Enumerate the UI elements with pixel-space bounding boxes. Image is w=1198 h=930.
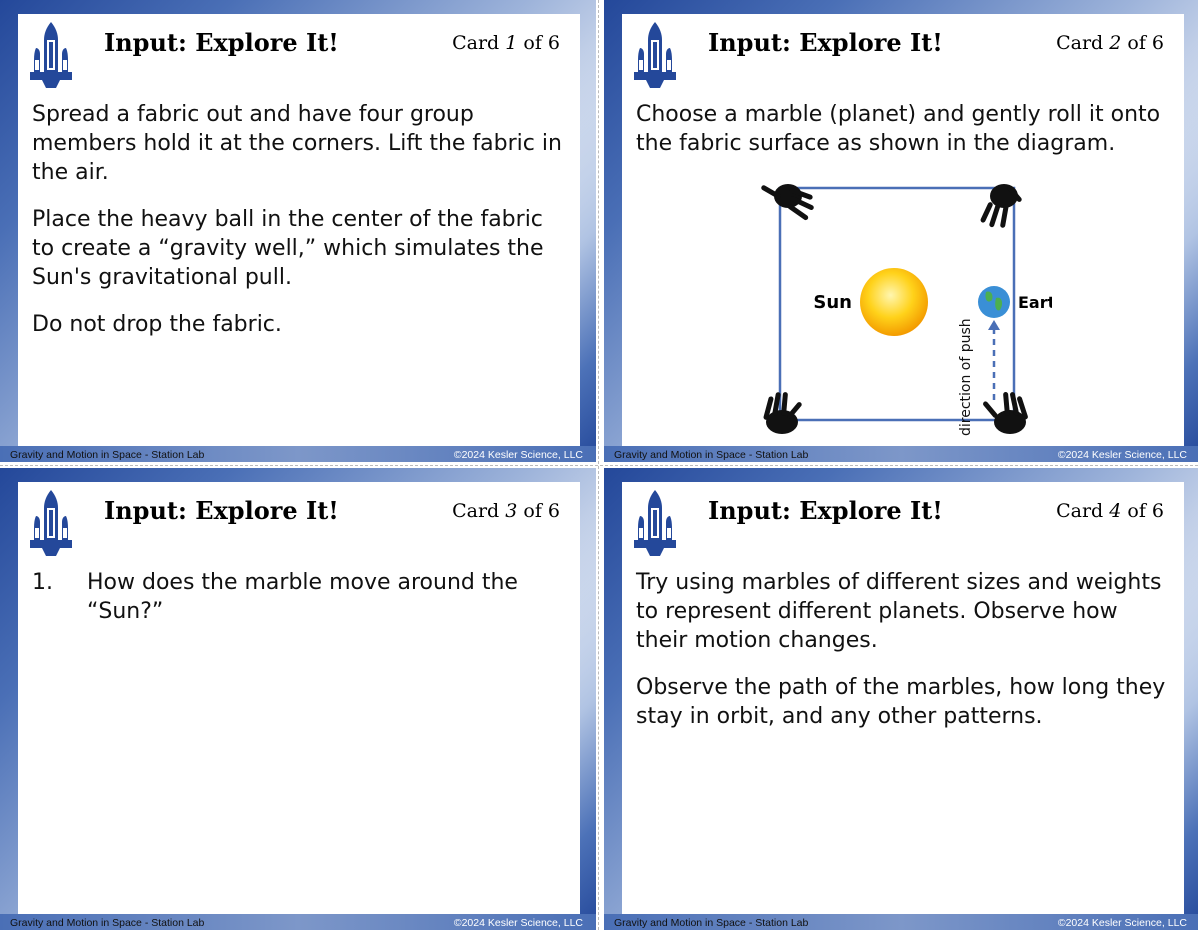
question-item: 1. How does the marble move around the “… xyxy=(32,568,562,626)
card-number: Card 2 of 6 xyxy=(1056,32,1164,54)
instruction-text: Choose a marble (planet) and gently roll… xyxy=(636,102,1161,156)
card-1: Input: Explore It! Card 1 of 6 Spread a … xyxy=(0,0,596,462)
hand-icon xyxy=(980,184,1022,228)
card-2: Input: Explore It! Card 2 of 6 Choose a … xyxy=(604,0,1198,462)
cut-line-horizontal xyxy=(0,465,1198,466)
earth-icon xyxy=(978,286,1010,318)
instruction-text: Place the heavy ball in the center of th… xyxy=(32,207,544,290)
card-panel: Input: Explore It! Card 1 of 6 Spread a … xyxy=(18,14,580,446)
card-number: Card 3 of 6 xyxy=(452,500,560,522)
push-label: direction of push xyxy=(958,318,974,436)
card-title: Input: Explore It! xyxy=(104,496,339,525)
instruction-text: Observe the path of the marbles, how lon… xyxy=(636,675,1166,729)
card-body: 1. How does the marble move around the “… xyxy=(32,568,562,626)
space-shuttle-icon xyxy=(634,490,676,556)
card-4: Input: Explore It! Card 4 of 6 Try using… xyxy=(604,468,1198,930)
footer-lab-name: Gravity and Motion in Space - Station La… xyxy=(10,449,205,461)
earth-label: Earth xyxy=(1018,293,1052,312)
card-body: Try using marbles of different sizes and… xyxy=(636,568,1166,749)
footer-copyright: ©2024 Kesler Science, LLC xyxy=(1057,917,1187,929)
arrow-head xyxy=(988,320,1000,330)
sun-label: Sun xyxy=(813,292,852,313)
card-title: Input: Explore It! xyxy=(708,28,943,57)
fabric-diagram: Sun Earth direction of push xyxy=(761,184,1052,436)
hand-icon xyxy=(761,184,814,221)
instruction-text: Spread a fabric out and have four group … xyxy=(32,102,562,185)
card-body: Choose a marble (planet) and gently roll… xyxy=(636,100,1166,176)
card-panel: Input: Explore It! Card 3 of 6 1. How do… xyxy=(18,482,580,914)
footer-lab-name: Gravity and Motion in Space - Station La… xyxy=(10,917,205,929)
space-shuttle-icon xyxy=(30,490,72,556)
hand-icon xyxy=(763,392,802,434)
card-body: Spread a fabric out and have four group … xyxy=(32,100,562,357)
instruction-text: Do not drop the fabric. xyxy=(32,312,282,337)
card-title: Input: Explore It! xyxy=(104,28,339,57)
space-shuttle-icon xyxy=(634,22,676,88)
footer-copyright: ©2024 Kesler Science, LLC xyxy=(1057,449,1187,461)
footer-copyright: ©2024 Kesler Science, LLC xyxy=(453,917,583,929)
card-panel: Input: Explore It! Card 4 of 6 Try using… xyxy=(622,482,1184,914)
question-text: How does the marble move around the “Sun… xyxy=(87,570,518,624)
card-number: Card 4 of 6 xyxy=(1056,500,1164,522)
footer-copyright: ©2024 Kesler Science, LLC xyxy=(453,449,583,461)
hand-icon xyxy=(983,391,1028,434)
card-3: Input: Explore It! Card 3 of 6 1. How do… xyxy=(0,468,596,930)
footer-lab-name: Gravity and Motion in Space - Station La… xyxy=(614,449,809,461)
sun-icon xyxy=(860,268,928,336)
footer-lab-name: Gravity and Motion in Space - Station La… xyxy=(614,917,809,929)
card-title: Input: Explore It! xyxy=(708,496,943,525)
card-number: Card 1 of 6 xyxy=(452,32,560,54)
question-number: 1. xyxy=(32,570,53,595)
instruction-text: Try using marbles of different sizes and… xyxy=(636,570,1162,653)
card-panel: Input: Explore It! Card 2 of 6 Choose a … xyxy=(622,14,1184,446)
space-shuttle-icon xyxy=(30,22,72,88)
